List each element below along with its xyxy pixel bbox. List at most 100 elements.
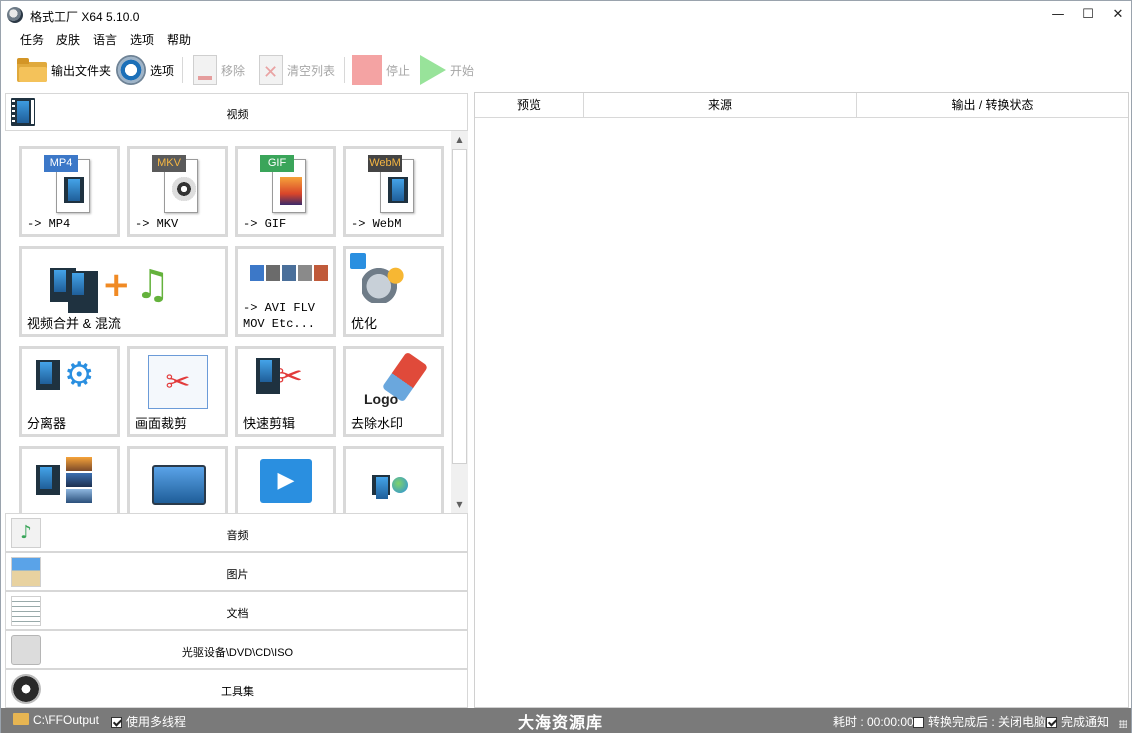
close-button[interactable]: ✕ [1101,1,1132,29]
notify-checkbox[interactable]: 完成通知 [1046,713,1109,730]
task-list[interactable]: 预览 来源 输出 / 转换状态 [474,92,1129,708]
after-done-checkbox[interactable]: 转换完成后 : 关闭电脑 [913,713,1046,730]
options-gear-icon [116,55,146,85]
mp4-file-icon: MP4 [42,153,92,215]
output-folder-label: 输出文件夹 [51,63,112,78]
notify-check[interactable] [1046,717,1057,728]
video-globe-icon [372,475,408,499]
category-disc-label: 光驱设备\DVD\CD\ISO [181,647,294,659]
tile-screen-record[interactable] [127,446,228,513]
tile-video-download[interactable] [343,446,444,513]
menu-help[interactable]: 帮助 [167,31,191,48]
category-tools-label: 工具集 [221,686,254,698]
multithread-checkbox[interactable]: 使用多线程 [111,713,186,730]
stop-label: 停止 [386,63,411,78]
stop-icon [352,55,382,85]
task-list-header: 预览 来源 输出 / 转换状态 [475,93,1128,118]
category-video[interactable]: 视频 [5,93,468,131]
tile-video-merge[interactable]: + ♫ 视频合并 & 混流 [19,246,228,337]
plus-icon: + [102,265,131,305]
menu-language[interactable]: 语言 [93,31,117,48]
category-document[interactable]: 文档 [5,591,468,630]
category-image[interactable]: 图片 [5,552,468,591]
webm-tag: WebM [368,155,402,172]
elapsed-time: 耗时 : 00:00:00 [833,715,914,729]
after-done-label: 转换完成后 : 关闭电脑 [928,715,1047,729]
clear-list-label: 清空列表 [287,63,336,78]
gif-file-icon: GIF [258,153,308,215]
remove-button[interactable]: 移除 [193,53,245,87]
menu-task[interactable]: 任务 [20,31,44,48]
category-audio-label: 音频 [226,530,249,542]
clear-list-icon: ✕ [259,55,283,85]
minimize-button[interactable]: — [1041,1,1075,29]
output-folder-button[interactable]: 输出文件夹 [17,53,111,87]
options-button[interactable]: 选项 [116,53,174,87]
tile-crop[interactable]: ✂ 画面裁剪 [127,346,228,437]
tile-label: 快速剪辑 [243,416,296,431]
video-tools-grid: MP4 -> MP4 MKV -> MKV GIF -> GIF WebM ->… [5,131,468,513]
scroll-thumb[interactable] [452,149,467,464]
scroll-up-icon[interactable]: ▲ [451,131,468,148]
window-title: 格式工厂 X64 5.10.0 [30,10,140,24]
category-disc[interactable]: 光驱设备\DVD\CD\ISO [5,630,468,669]
optimize-gear-icon [362,261,410,303]
player-play-icon: ▶ [260,459,312,503]
menu-options[interactable]: 选项 [130,31,154,48]
scroll-down-icon[interactable]: ▼ [451,496,468,513]
tile-video-player[interactable]: ▶ [235,446,336,513]
app-logo-icon [7,7,23,23]
clear-list-button[interactable]: ✕ 清空列表 [259,53,335,87]
column-output-status[interactable]: 输出 / 转换状态 [857,93,1128,118]
tile-to-mp4[interactable]: MP4 -> MP4 [19,146,120,237]
multithread-check[interactable] [111,717,122,728]
tile-label: -> WebM [351,217,402,231]
tile-splitter[interactable]: ⚙ 分离器 [19,346,120,437]
mkv-file-icon: MKV [150,153,200,215]
folder-icon [13,713,29,725]
app-window: 格式工厂 X64 5.10.0 — ☐ ✕ 任务 皮肤 语言 选项 帮助 输出文… [0,0,1132,733]
tile-video-to-images[interactable] [19,446,120,513]
options-label: 选项 [150,63,175,78]
tile-label: -> AVI FLV MOV Etc... [243,301,316,331]
category-audio[interactable]: ♪ 音频 [5,513,468,552]
notify-label: 完成通知 [1061,715,1110,729]
scissors-crop-icon: ✂ [148,355,208,409]
tile-quick-clip[interactable]: ✂ 快速剪辑 [235,346,336,437]
tile-remove-watermark[interactable]: Logo 去除水印 [343,346,444,437]
menu-skin[interactable]: 皮肤 [56,31,80,48]
start-button[interactable]: 开始 [420,53,474,87]
tile-to-mkv[interactable]: MKV -> MKV [127,146,228,237]
tile-label: -> MKV [135,217,179,231]
maximize-button[interactable]: ☐ [1071,1,1105,29]
category-image-label: 图片 [226,569,249,581]
webm-file-icon: WebM [366,153,416,215]
title-bar: 格式工厂 X64 5.10.0 — ☐ ✕ [1,1,1131,29]
grid-scrollbar[interactable]: ▲ ▼ [451,131,468,513]
toolbar-separator [344,57,345,83]
tile-optimize[interactable]: 优化 [343,246,444,337]
multithread-label: 使用多线程 [126,715,187,729]
tile-to-other-formats[interactable]: -> AVI FLV MOV Etc... [235,246,336,337]
toolbar-separator [182,57,183,83]
merge-icon: + ♫ [50,257,170,313]
status-bar: C:\FFOutput 使用多线程 大海资源库 耗时 : 00:00:00 转换… [1,708,1131,733]
tile-to-gif[interactable]: GIF -> GIF [235,146,336,237]
resize-grip-icon[interactable] [1119,720,1127,728]
column-source[interactable]: 来源 [584,93,857,118]
tile-label: 画面裁剪 [135,416,188,431]
stop-button[interactable]: 停止 [352,53,410,87]
category-video-label: 视频 [226,109,249,121]
category-tools[interactable]: 工具集 [5,669,468,708]
quick-clip-icon: ✂ [256,357,303,395]
output-path[interactable]: C:\FFOutput [13,713,99,727]
scissors-icon: ✂ [276,357,303,395]
folder-icon [17,58,47,82]
tile-to-webm[interactable]: WebM -> WebM [343,146,444,237]
output-path-text: C:\FFOutput [33,713,100,727]
logo-text: Logo [364,391,399,407]
after-done-check[interactable] [913,717,924,728]
tile-label: 分离器 [27,416,67,431]
column-preview[interactable]: 预览 [475,93,584,118]
mp4-tag: MP4 [44,155,78,172]
